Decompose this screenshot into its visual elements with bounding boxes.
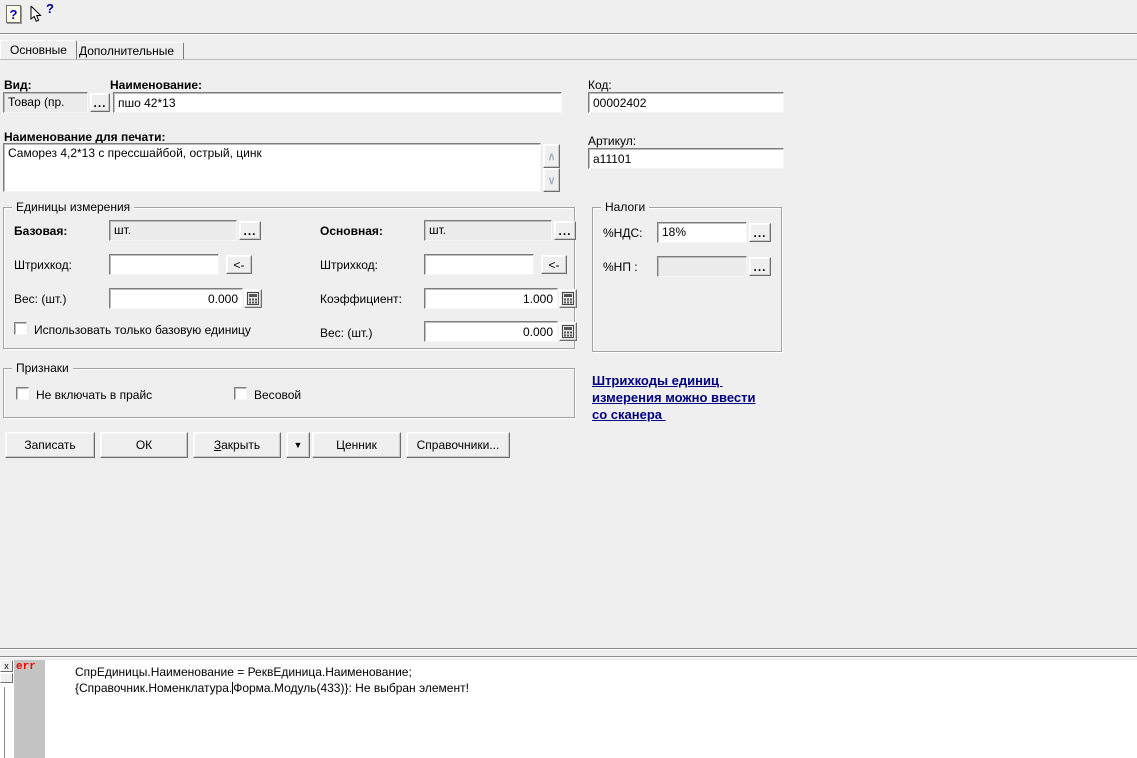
weight-left-input[interactable]	[109, 288, 243, 309]
vat-field[interactable]: 18%	[657, 222, 747, 243]
coefficient-label: Коэффициент:	[320, 292, 402, 306]
flags-group-title: Признаки	[12, 361, 73, 375]
message-pane-scroll-button[interactable]	[0, 673, 13, 683]
barcode-right-label: Штрихкод:	[320, 258, 378, 272]
base-unit-browse-button[interactable]: ...	[239, 221, 261, 240]
units-group-title: Единицы измерения	[12, 200, 134, 214]
taxes-groupbox: Налоги %НДС: 18% ... %НП : ...	[592, 207, 782, 352]
message-splitter-bottom[interactable]	[0, 656, 1137, 658]
weight-left-calc-button[interactable]	[244, 289, 262, 308]
only-base-unit-label: Использовать только базовую единицу	[34, 323, 251, 337]
name-label: Наименование:	[110, 78, 202, 92]
np-field[interactable]	[657, 256, 747, 277]
help-button[interactable]: ?	[6, 5, 21, 23]
message-pane-close-button[interactable]: x	[0, 660, 13, 672]
main-unit-field[interactable]: шт.	[424, 220, 552, 241]
not-in-price-checkbox[interactable]	[16, 387, 29, 400]
article-label: Артикул:	[588, 134, 636, 148]
error-marker: err	[16, 661, 36, 673]
base-unit-field[interactable]: шт.	[109, 220, 237, 241]
vid-browse-button[interactable]: ...	[90, 93, 110, 112]
vid-label: Вид:	[4, 78, 32, 92]
weight-right-calc-button[interactable]	[559, 322, 577, 341]
message-line-1: СпрЕдиницы.Наименование = РеквЕдиница.На…	[75, 664, 412, 680]
price-tag-button[interactable]: Ценник	[312, 432, 401, 458]
message-pane: x err СпрЕдиницы.Наименование = РеквЕдин…	[0, 660, 1137, 758]
not-in-price-label: Не включать в прайс	[36, 388, 152, 402]
close-icon: x	[4, 662, 9, 670]
print-name-label: Наименование для печати:	[4, 130, 165, 144]
base-unit-label: Базовая:	[14, 224, 67, 238]
taxes-group-title: Налоги	[601, 200, 649, 214]
weight-left-label: Вес: (шт.)	[14, 292, 66, 306]
print-name-textarea[interactable]: Саморез 4,2*13 с прессшайбой, острый, ци…	[3, 143, 541, 192]
weight-right-label: Вес: (шт.)	[320, 326, 372, 340]
weight-right-input[interactable]	[424, 321, 558, 342]
scroll-up-button[interactable]: ∧	[543, 144, 560, 168]
message-splitter-top[interactable]	[0, 648, 1137, 650]
toolbar-separator	[0, 33, 1137, 35]
weighted-label: Весовой	[254, 388, 301, 402]
np-label: %НП :	[603, 260, 638, 274]
barcode-right-scan-button[interactable]: <-	[541, 255, 567, 274]
message-pane-scrollbar[interactable]	[4, 687, 6, 758]
tab-additional-label: Дополнительные	[79, 44, 174, 58]
hint-line[interactable]: со сканера	[592, 406, 802, 423]
barcode-right-input[interactable]	[424, 254, 534, 275]
hint-line[interactable]: Штрихкоды единиц	[592, 372, 802, 389]
hint-line[interactable]: измерения можно ввести	[592, 389, 802, 406]
code-input[interactable]	[588, 92, 784, 113]
close-button[interactable]: Закрыть	[193, 432, 281, 458]
np-browse-button[interactable]: ...	[749, 257, 771, 276]
calculator-icon	[562, 292, 574, 305]
barcode-left-label: Штрихкод:	[14, 258, 72, 272]
code-label: Код:	[588, 78, 612, 92]
tab-page-edge	[0, 59, 1137, 60]
vat-browse-button[interactable]: ...	[749, 223, 771, 242]
application-window: ? ? Основные Дополнительные Вид: Наимено…	[0, 0, 1137, 758]
barcode-left-scan-button[interactable]: <-	[226, 255, 252, 274]
units-groupbox: Единицы измерения Базовая: шт. ... Основ…	[3, 207, 575, 349]
close-dropdown-button[interactable]: ▼	[286, 432, 310, 458]
tab-main[interactable]: Основные	[0, 40, 77, 59]
save-button[interactable]: Записать	[5, 432, 95, 458]
dropdown-arrow-icon: ▼	[294, 440, 303, 450]
name-input[interactable]	[113, 92, 562, 113]
tab-main-label: Основные	[10, 43, 67, 57]
help-icon: ?	[6, 5, 21, 23]
flags-groupbox: Признаки Не включать в прайс Весовой	[3, 368, 575, 418]
vat-label: %НДС:	[603, 226, 642, 240]
ok-button[interactable]: ОК	[100, 432, 188, 458]
arrow-question-icon: ?	[30, 4, 54, 24]
main-unit-label: Основная:	[320, 224, 383, 238]
barcode-left-input[interactable]	[109, 254, 219, 275]
scroll-down-button[interactable]: ∨	[543, 168, 560, 192]
message-line-2: {Справочник.Номенклатура.Форма.Модуль(43…	[75, 680, 469, 696]
coefficient-calc-button[interactable]	[559, 289, 577, 308]
coefficient-input[interactable]	[424, 288, 558, 309]
vid-field[interactable]: Товар (пр.	[3, 92, 88, 113]
only-base-unit-checkbox[interactable]	[14, 322, 27, 335]
weighted-checkbox[interactable]	[234, 387, 247, 400]
article-input[interactable]	[588, 148, 784, 169]
references-button[interactable]: Справочники...	[406, 432, 510, 458]
calculator-icon	[562, 325, 574, 338]
message-gutter: err	[14, 660, 45, 758]
calculator-icon	[247, 292, 259, 305]
barcode-scanner-hint-link[interactable]: Штрихкоды единиц измерения можно ввести …	[592, 372, 802, 423]
tab-additional[interactable]: Дополнительные	[69, 42, 184, 59]
main-unit-browse-button[interactable]: ...	[554, 221, 576, 240]
context-help-button[interactable]: ?	[30, 4, 54, 24]
